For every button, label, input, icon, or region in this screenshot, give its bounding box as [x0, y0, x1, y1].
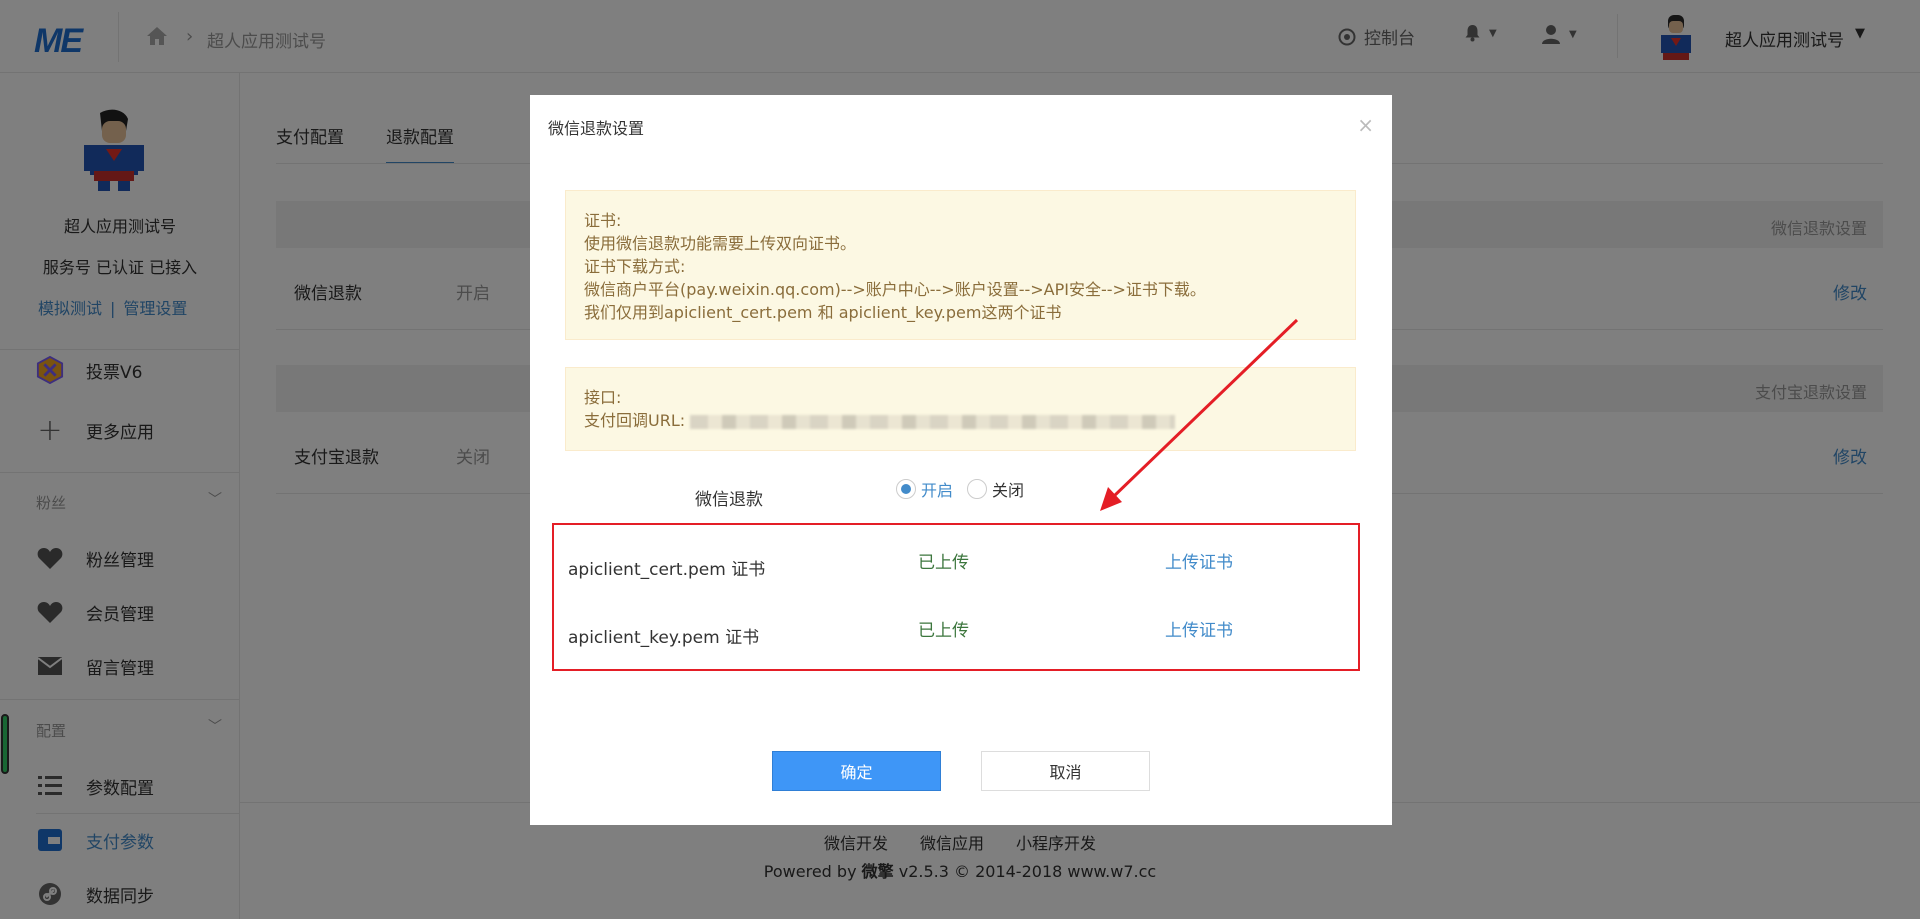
cert-name: apiclient_key.pem 证书 — [568, 628, 760, 648]
notice-line: 证书: — [584, 211, 622, 230]
cancel-button[interactable]: 取消 — [981, 751, 1150, 791]
radio-on-label[interactable]: 开启 — [921, 477, 953, 501]
radio-off-label[interactable]: 关闭 — [992, 477, 1024, 501]
notice-line: 微信商户平台(pay.weixin.qq.com)-->账户中心-->账户设置-… — [584, 280, 1206, 299]
confirm-button[interactable]: 确定 — [772, 751, 941, 791]
notice-line: 证书下载方式: — [584, 257, 686, 276]
notice-line: 使用微信退款功能需要上传双向证书。 — [584, 234, 857, 253]
callback-url-label: 支付回调URL: — [584, 411, 686, 430]
upload-cert-link[interactable]: 上传证书 — [1165, 616, 1233, 641]
notice-line: 接口: — [584, 388, 622, 407]
interface-notice: 接口: 支付回调URL: — [565, 367, 1356, 451]
upload-cert-link[interactable]: 上传证书 — [1165, 548, 1233, 573]
notice-line: 支付回调URL: — [584, 409, 1337, 432]
radio-on[interactable] — [896, 479, 916, 499]
notice-line: 我们仅用到apiclient_cert.pem 和 apiclient_key.… — [584, 303, 1062, 322]
radio-off[interactable] — [967, 479, 988, 499]
refund-toggle: 开启 关闭 — [896, 477, 1024, 501]
certificate-notice: 证书: 使用微信退款功能需要上传双向证书。 证书下载方式: 微信商户平台(pay… — [565, 190, 1356, 340]
refund-settings-modal: 微信退款设置 × 证书: 使用微信退款功能需要上传双向证书。 证书下载方式: 微… — [530, 95, 1392, 825]
certificate-highlight-box: apiclient_cert.pem 证书 已上传 上传证书 apiclient… — [552, 523, 1360, 671]
modal-title: 微信退款设置 — [548, 119, 645, 138]
callback-url-redacted — [690, 414, 1176, 429]
cert-name: apiclient_cert.pem 证书 — [568, 560, 766, 580]
cert-state: 已上传 — [918, 621, 969, 641]
refund-toggle-label: 微信退款 — [695, 490, 763, 510]
cert-state: 已上传 — [918, 553, 969, 573]
close-icon[interactable]: × — [1357, 113, 1374, 137]
